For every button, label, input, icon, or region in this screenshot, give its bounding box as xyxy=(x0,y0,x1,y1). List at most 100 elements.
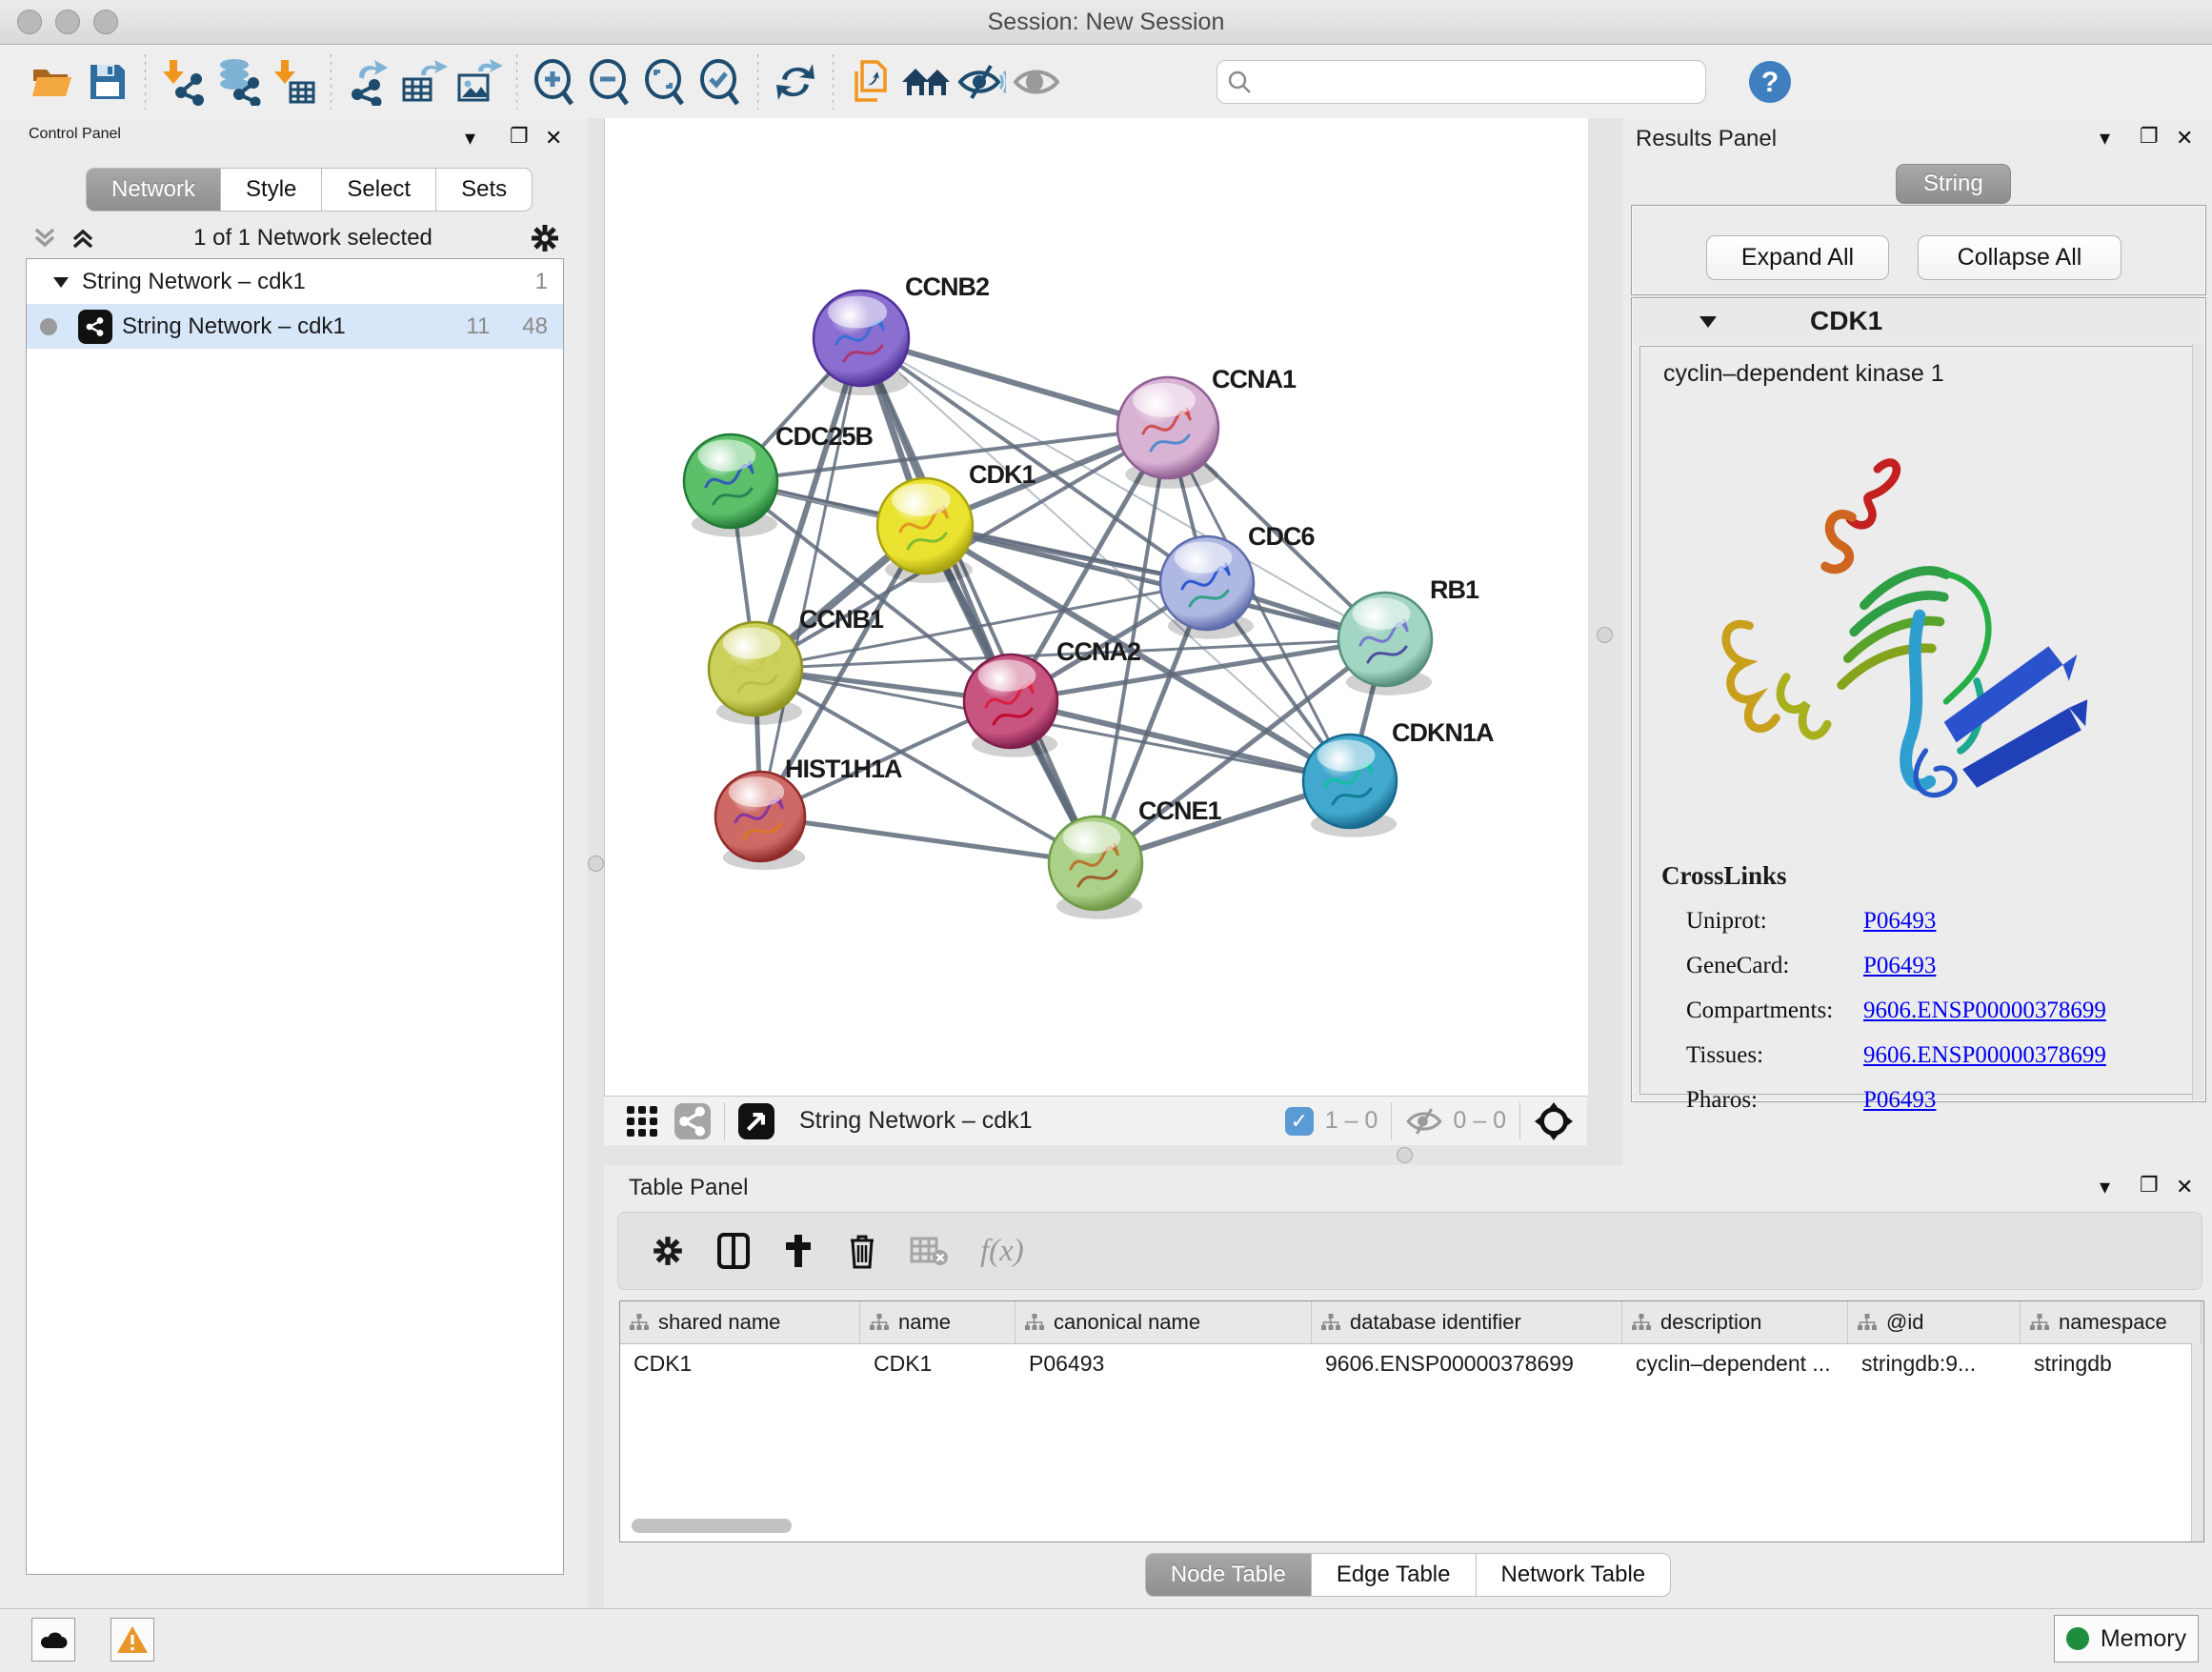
edge-HIST1H1A-CCNE1[interactable] xyxy=(760,816,1096,863)
results-panel-float-icon[interactable]: ❐ xyxy=(2140,124,2159,149)
column-header-canonical-name[interactable]: canonical name xyxy=(1016,1301,1312,1343)
network-canvas[interactable]: CCNB2CCNA1CDC25BCDK1CDC6RB1CCNB1CCNA2CDK… xyxy=(604,118,1588,1096)
node-RB1[interactable]: RB1 xyxy=(1338,575,1479,695)
tab-string[interactable]: String xyxy=(1896,164,2011,204)
table-vertical-scrollbar[interactable] xyxy=(2191,1343,2203,1541)
cloud-status-button[interactable] xyxy=(31,1618,75,1662)
table-cell[interactable]: CDK1 xyxy=(860,1344,1016,1382)
left-splitter[interactable] xyxy=(588,118,604,1608)
network-row[interactable]: String Network – cdk1 11 48 xyxy=(27,304,563,349)
delete-table-icon[interactable] xyxy=(910,1235,948,1267)
column-header-name[interactable]: name xyxy=(860,1301,1016,1343)
node-CDC6[interactable]: CDC6 xyxy=(1160,522,1315,639)
memory-button[interactable]: Memory xyxy=(2054,1615,2199,1662)
duplicate-network-button[interactable] xyxy=(843,53,898,111)
right-splitter-handle[interactable] xyxy=(1597,627,1613,643)
zoom-selected-button[interactable] xyxy=(693,53,748,111)
hide-selected-button[interactable] xyxy=(954,53,1009,111)
import-network-database-button[interactable] xyxy=(211,53,266,111)
zoom-fit-button[interactable] xyxy=(637,53,693,111)
help-button[interactable]: ? xyxy=(1742,53,1798,111)
results-panel-close-icon[interactable]: ✕ xyxy=(2176,126,2193,151)
edge-CCNB2-CCNE1[interactable] xyxy=(861,338,1096,863)
import-network-file-button[interactable] xyxy=(155,53,211,111)
import-table-button[interactable] xyxy=(266,53,321,111)
table-panel-float-icon[interactable]: ❐ xyxy=(2140,1173,2159,1198)
delete-column-trash-icon[interactable] xyxy=(847,1233,877,1269)
zoom-out-button[interactable] xyxy=(582,53,637,111)
control-panel-float-icon[interactable]: ❐ xyxy=(510,124,529,149)
results-scrollbar[interactable] xyxy=(2192,344,2204,1100)
node-CDK1[interactable]: CDK1 xyxy=(877,460,1036,583)
table-cell[interactable]: stringdb xyxy=(2021,1344,2202,1382)
table-cell[interactable]: CDK1 xyxy=(620,1344,860,1382)
column-header-database-identifier[interactable]: database identifier xyxy=(1312,1301,1622,1343)
column-header--id[interactable]: @id xyxy=(1848,1301,2021,1343)
table-row[interactable]: CDK1CDK1P064939606.ENSP00000378699cyclin… xyxy=(620,1344,2203,1382)
home-button[interactable] xyxy=(898,53,954,111)
column-header-namespace[interactable]: namespace xyxy=(2021,1301,2202,1343)
grid-view-icon[interactable] xyxy=(625,1104,659,1138)
section-expander-icon[interactable] xyxy=(1698,313,1719,330)
table-settings-gear-icon[interactable] xyxy=(651,1234,685,1268)
birdseye-crosshair-icon[interactable] xyxy=(1534,1101,1574,1141)
table-panel-menu-icon[interactable]: ▾ xyxy=(2100,1175,2110,1199)
tab-node-table[interactable]: Node Table xyxy=(1145,1553,1312,1597)
show-all-button[interactable] xyxy=(1009,53,1064,111)
zoom-in-button[interactable] xyxy=(527,53,582,111)
tab-edge-table[interactable]: Edge Table xyxy=(1312,1553,1477,1597)
table-cell[interactable]: 9606.ENSP00000378699 xyxy=(1312,1344,1622,1382)
tree-expander-icon[interactable] xyxy=(51,274,70,290)
crosslink-link[interactable]: P06493 xyxy=(1863,1087,1936,1114)
table-horizontal-scrollbar[interactable] xyxy=(632,1519,792,1533)
column-header-description[interactable]: description xyxy=(1622,1301,1848,1343)
edge-CCNB2-HIST1H1A[interactable] xyxy=(760,338,861,816)
left-splitter-handle[interactable] xyxy=(588,856,604,872)
tab-style[interactable]: Style xyxy=(221,168,322,212)
string-network-graph[interactable]: CCNB2CCNA1CDC25BCDK1CDC6RB1CCNB1CCNA2CDK… xyxy=(605,118,1588,1096)
tab-network-table[interactable]: Network Table xyxy=(1477,1553,1672,1597)
expand-all-icon[interactable] xyxy=(69,226,97,251)
search-input[interactable] xyxy=(1252,69,1665,95)
tab-sets[interactable]: Sets xyxy=(436,168,533,212)
node-CCNB2[interactable]: CCNB2 xyxy=(814,272,989,395)
string-view-icon[interactable] xyxy=(674,1103,711,1139)
create-column-plus-icon[interactable] xyxy=(782,1233,814,1269)
show-columns-icon[interactable] xyxy=(717,1233,750,1269)
export-table-button[interactable] xyxy=(396,53,452,111)
node-HIST1H1A[interactable]: HIST1H1A xyxy=(715,755,902,870)
collapse-all-icon[interactable] xyxy=(30,226,59,251)
refresh-layout-button[interactable] xyxy=(768,53,823,111)
node-CCNA1[interactable]: CCNA1 xyxy=(1117,365,1297,489)
results-panel-menu-icon[interactable]: ▾ xyxy=(2100,126,2110,151)
save-session-button[interactable] xyxy=(80,53,135,111)
crosslinks-list: Uniprot:P06493GeneCard:P06493Compartment… xyxy=(1686,908,2197,1114)
expand-all-button[interactable]: Expand All xyxy=(1706,235,1889,280)
export-network-button[interactable] xyxy=(341,53,396,111)
network-options-gear-icon[interactable] xyxy=(529,222,561,254)
crosslink-link[interactable]: 9606.ENSP00000378699 xyxy=(1863,997,2106,1024)
crosslink-link[interactable]: 9606.ENSP00000378699 xyxy=(1863,1042,2106,1069)
table-cell[interactable]: cyclin–dependent ... xyxy=(1622,1344,1848,1382)
table-cell[interactable]: stringdb:9... xyxy=(1848,1344,2021,1382)
function-builder-button[interactable]: f(x) xyxy=(980,1234,1024,1269)
detach-view-icon[interactable] xyxy=(738,1103,774,1139)
control-panel-menu-icon[interactable]: ▾ xyxy=(465,126,475,151)
crosslink-link[interactable]: P06493 xyxy=(1863,908,1936,935)
collapse-all-button[interactable]: Collapse All xyxy=(1918,235,2122,280)
control-panel-close-icon[interactable]: ✕ xyxy=(545,126,562,151)
selected-checkbox-icon[interactable]: ✓ xyxy=(1285,1107,1314,1136)
cdk1-section-header[interactable]: CDK1 xyxy=(1633,299,2204,343)
crosslink-link[interactable]: P06493 xyxy=(1863,953,1936,979)
network-collection-row[interactable]: String Network – cdk1 1 xyxy=(27,259,563,304)
table-cell[interactable]: P06493 xyxy=(1016,1344,1312,1382)
tab-select[interactable]: Select xyxy=(322,168,436,212)
tab-network[interactable]: Network xyxy=(86,168,221,212)
export-image-button[interactable] xyxy=(452,53,507,111)
bottom-splitter-handle[interactable] xyxy=(1397,1147,1413,1163)
warnings-button[interactable] xyxy=(111,1618,154,1662)
table-panel-close-icon[interactable]: ✕ xyxy=(2176,1175,2193,1199)
open-session-button[interactable] xyxy=(25,53,80,111)
column-header-shared-name[interactable]: shared name xyxy=(620,1301,860,1343)
node-CDKN1A[interactable]: CDKN1A xyxy=(1303,718,1494,837)
